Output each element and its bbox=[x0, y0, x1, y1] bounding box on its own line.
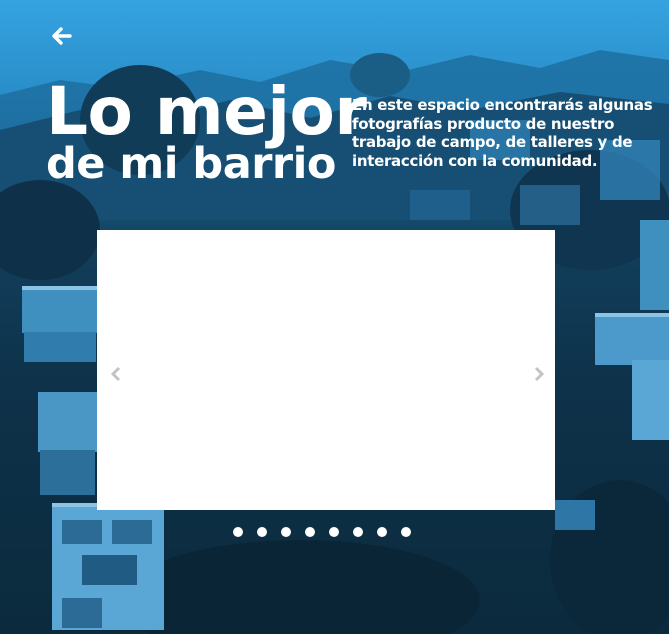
gallery-prev-button[interactable] bbox=[107, 364, 125, 384]
page-title-line2: de mi barrio bbox=[46, 139, 336, 189]
gallery-dot[interactable] bbox=[305, 527, 315, 537]
gallery-dot[interactable] bbox=[401, 527, 411, 537]
gallery-slide[interactable] bbox=[97, 230, 555, 510]
gallery-next-button[interactable] bbox=[530, 364, 548, 384]
back-button[interactable] bbox=[50, 24, 74, 48]
chevron-right-icon bbox=[534, 366, 545, 382]
page-title-line1: Lo mejor bbox=[46, 73, 367, 150]
intro-text: En este espacio encontrarás algunas foto… bbox=[352, 96, 653, 170]
gallery-dot[interactable] bbox=[281, 527, 291, 537]
page-title: Lo mejor de mi barrio bbox=[46, 73, 367, 189]
gallery-dot[interactable] bbox=[353, 527, 363, 537]
chevron-left-icon bbox=[110, 366, 121, 382]
gallery-dot[interactable] bbox=[233, 527, 243, 537]
gallery-dot[interactable] bbox=[329, 527, 339, 537]
arrow-left-icon bbox=[52, 27, 72, 45]
gallery-pagination bbox=[233, 527, 411, 537]
gallery-dot[interactable] bbox=[257, 527, 267, 537]
gallery-dot[interactable] bbox=[377, 527, 387, 537]
